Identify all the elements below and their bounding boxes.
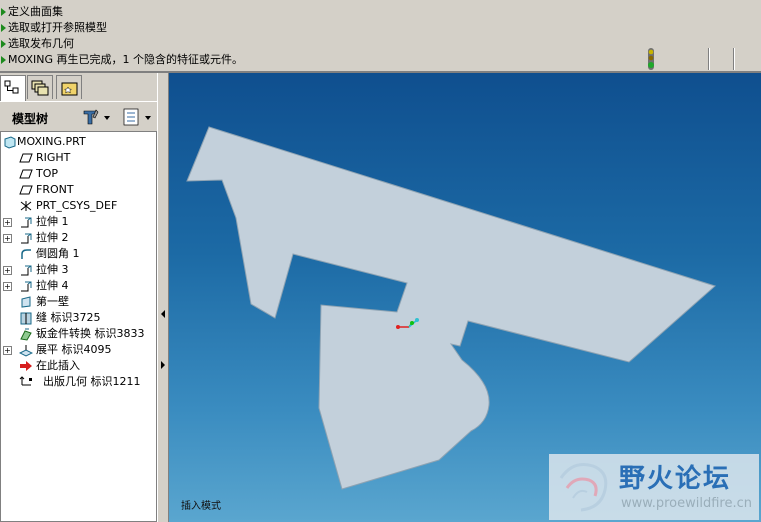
- message-text: 选取或打开参照模型: [8, 21, 107, 34]
- message-line: 选取或打开参照模型: [0, 20, 107, 36]
- insert-here-arrow-icon: [20, 361, 32, 371]
- expand-right-arrow-icon[interactable]: [161, 361, 165, 369]
- extrude-icon: [21, 281, 32, 292]
- tree-item-label: 拉伸 4: [36, 279, 69, 292]
- tree-item-label: 出版几何 标识1211: [43, 375, 141, 388]
- model-tree-icon: [4, 80, 19, 94]
- extrude-icon: [21, 233, 32, 244]
- tree-item-label: 在此插入: [36, 359, 80, 372]
- tree-item-label: 拉伸 1: [36, 215, 69, 228]
- collapse-left-arrow-icon[interactable]: [161, 310, 165, 318]
- traffic-light-icon[interactable]: [644, 48, 658, 70]
- message-arrow-icon: [1, 40, 6, 48]
- folder-icon: [61, 82, 78, 96]
- message-line: 定义曲面集: [0, 4, 63, 20]
- message-line: MOXING 再生已完成，1 个隐含的特征或元件。: [0, 52, 243, 68]
- expand-toggle[interactable]: +: [3, 282, 12, 291]
- expand-toggle[interactable]: +: [3, 218, 12, 227]
- navigator-panel: 模型树 MOXING.PRT RIGHT TOP FRONT PRT_CSYS_…: [0, 73, 157, 522]
- tree-item-label: 拉伸 2: [36, 231, 69, 244]
- expand-toggle[interactable]: +: [3, 266, 12, 275]
- tree-item-label: 拉伸 3: [36, 263, 69, 276]
- convert-icon: [20, 328, 32, 341]
- tree-root-label: MOXING.PRT: [17, 135, 86, 148]
- show-columns-icon[interactable]: [122, 108, 154, 126]
- tree-item-label: 钣金件转换 标识3833: [36, 327, 145, 340]
- divider: [733, 48, 735, 70]
- message-text: 定义曲面集: [8, 5, 63, 18]
- model-tree-tab[interactable]: [0, 75, 26, 101]
- datum-plane-icon: [19, 169, 33, 179]
- part-icon: [4, 136, 16, 149]
- panel-splitter[interactable]: [157, 73, 169, 522]
- model-tree-header: 模型树: [0, 101, 157, 132]
- model-tree: MOXING.PRT RIGHT TOP FRONT PRT_CSYS_DEF …: [0, 131, 157, 522]
- tree-item-label: 展平 标识4095: [36, 343, 112, 356]
- expand-toggle[interactable]: +: [3, 234, 12, 243]
- tree-item-label: FRONT: [36, 183, 74, 196]
- message-arrow-icon: [1, 24, 6, 32]
- wall-icon: [21, 296, 31, 308]
- rip-icon: [20, 312, 32, 325]
- extrude-icon: [21, 265, 32, 276]
- settings-tools-icon[interactable]: [82, 108, 112, 126]
- status-message-text: MOXING 再生已完成，1 个隐含的特征或元件。: [8, 53, 243, 66]
- watermark-logo: [559, 463, 608, 512]
- extrude-icon: [21, 217, 32, 228]
- round-icon: [21, 249, 31, 259]
- layer-tree-tab[interactable]: [27, 75, 53, 99]
- tree-item-label: 缝 标识3725: [36, 311, 101, 324]
- graphics-viewport[interactable]: 插入模式 野火论坛 www.proewildfire.cn: [169, 73, 761, 522]
- message-arrow-icon: [1, 8, 6, 16]
- divider: [708, 48, 710, 70]
- message-area: 定义曲面集 选取或打开参照模型 选取发布几何 MOXING 再生已完成，1 个隐…: [0, 0, 761, 72]
- message-line: 选取发布几何: [0, 36, 74, 52]
- layers-icon: [31, 80, 49, 96]
- expand-toggle[interactable]: +: [3, 346, 12, 355]
- watermark-title: 野火论坛: [619, 464, 732, 494]
- tree-item-label: TOP: [36, 167, 59, 180]
- publish-geom-icon: [19, 376, 32, 386]
- message-text: 选取发布几何: [8, 37, 74, 50]
- tree-item-label: 第一壁: [36, 295, 69, 308]
- model-tree-title: 模型树: [12, 112, 49, 126]
- csys-icon: [20, 201, 32, 211]
- favorites-tab[interactable]: [56, 75, 82, 99]
- message-arrow-icon: [1, 56, 6, 64]
- watermark-url: www.proewildfire.cn: [621, 496, 752, 511]
- tree-item-label: PRT_CSYS_DEF: [36, 199, 118, 212]
- flat-icon: [19, 345, 33, 357]
- datum-plane-icon: [19, 185, 33, 195]
- watermark: 野火论坛 www.proewildfire.cn: [549, 454, 759, 520]
- tree-item-label: 倒圆角 1: [36, 247, 80, 260]
- mode-indicator: 插入模式: [181, 501, 221, 512]
- datum-plane-icon: [19, 153, 33, 163]
- tree-item-label: RIGHT: [36, 151, 71, 164]
